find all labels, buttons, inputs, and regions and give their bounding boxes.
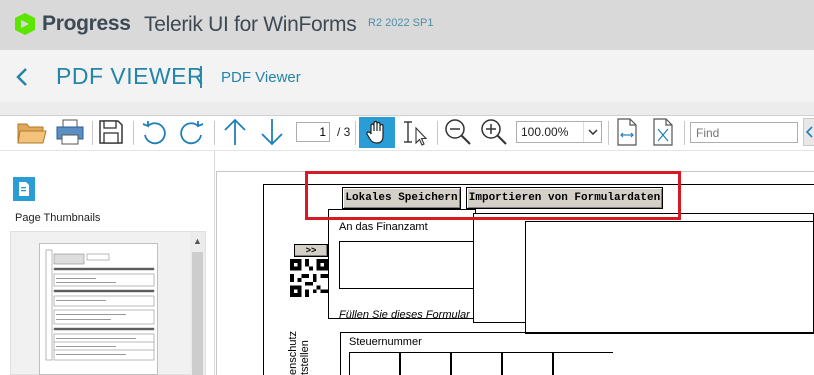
rotate-left-button[interactable]	[139, 116, 169, 148]
tax-number-cell[interactable]	[400, 352, 451, 375]
rotate-right-icon	[180, 121, 204, 145]
arrow-down-icon	[261, 119, 283, 146]
scroll-up-icon[interactable]: ▲	[193, 236, 202, 246]
tax-number-cell[interactable]	[349, 352, 400, 375]
tax-number-label: Steuernummer	[349, 336, 422, 348]
arrow-up-icon	[224, 118, 246, 145]
rotate-left-icon	[142, 121, 166, 145]
chevron-left-icon	[16, 68, 27, 86]
finanzamt-label: An das Finanzamt	[339, 221, 428, 233]
page-thumbnail-icon	[19, 182, 29, 196]
fit-page-button[interactable]	[648, 116, 678, 148]
tax-number-cell[interactable]	[451, 352, 502, 375]
zoom-level-dropdown[interactable]: 100.00%	[516, 121, 602, 143]
toolbar-separator	[92, 121, 93, 145]
zoom-in-icon	[481, 119, 507, 145]
printer-icon	[56, 119, 84, 145]
floppy-disk-icon	[99, 120, 123, 144]
hand-icon	[366, 120, 384, 144]
toolbar-separator	[214, 121, 215, 145]
arrow-left-icon	[805, 126, 813, 138]
vertical-text-line: tstellen	[299, 340, 311, 375]
zoom-level-value: 100.00%	[521, 125, 569, 139]
toolbar-separator	[355, 121, 356, 145]
zoom-in-button[interactable]	[478, 116, 510, 148]
toolbar-spacer	[0, 102, 814, 116]
form-overlay-inner	[525, 221, 814, 334]
progress-logo-icon	[15, 13, 35, 35]
thumbnails-tab[interactable]	[13, 177, 35, 201]
finanzamt-field[interactable]	[339, 241, 476, 289]
folder-open-icon	[17, 123, 47, 144]
title-separator: |	[198, 62, 204, 88]
vertical-text-block: enschutz tstellen	[285, 330, 325, 375]
expand-button[interactable]: >>	[294, 244, 328, 257]
page-number-input[interactable]	[296, 122, 330, 142]
toolbar-separator	[133, 121, 134, 145]
print-button[interactable]	[53, 116, 87, 148]
pan-tool-button[interactable]	[359, 117, 395, 148]
page-total-label: / 3	[337, 125, 351, 139]
brand-company: Progress	[42, 12, 131, 35]
back-button[interactable]	[10, 63, 36, 91]
thumbnails-label: Page Thumbnails	[15, 212, 101, 224]
brand-version: R2 2022 SP1	[368, 17, 434, 29]
next-page-button[interactable]	[258, 116, 286, 148]
brand-product: Telerik UI for WinForms	[144, 13, 357, 36]
scrollbar-thumb[interactable]	[192, 252, 203, 375]
thumbnail-preview	[45, 249, 155, 361]
find-previous-button[interactable]	[803, 118, 814, 146]
previous-page-button[interactable]	[221, 116, 249, 148]
fill-instruction-text: Füllen Sie dieses Formular	[339, 309, 470, 321]
text-select-button[interactable]	[400, 116, 432, 148]
find-input[interactable]	[690, 122, 798, 143]
text-cursor-icon	[404, 121, 428, 146]
qr-code-icon	[290, 259, 328, 297]
rotate-right-button[interactable]	[177, 116, 207, 148]
chevron-down-icon[interactable]	[583, 122, 601, 142]
zoom-out-icon	[445, 119, 471, 145]
toolbar-separator	[608, 121, 609, 145]
page-thumbnail[interactable]	[39, 243, 158, 375]
save-button[interactable]	[96, 116, 126, 148]
open-file-button[interactable]	[14, 116, 50, 148]
fit-width-icon	[617, 118, 637, 146]
vertical-text-line: enschutz	[287, 330, 299, 375]
tax-number-cell[interactable]	[502, 352, 553, 375]
toolbar-separator	[684, 121, 685, 145]
page-title: PDF VIEWER	[56, 63, 205, 89]
highlight-frame	[305, 171, 681, 220]
page-subtitle: PDF Viewer	[221, 69, 301, 86]
toolbar-separator	[437, 121, 438, 145]
zoom-out-button[interactable]	[442, 116, 474, 148]
fit-page-icon	[653, 118, 673, 146]
fit-width-button[interactable]	[612, 116, 642, 148]
tax-number-cell[interactable]	[553, 352, 613, 375]
